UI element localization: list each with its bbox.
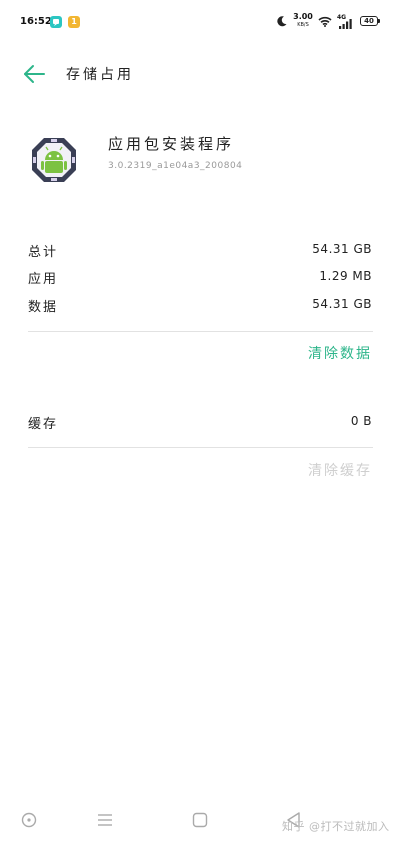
divider [28,331,373,332]
divider [28,447,373,448]
status-bar: 16:52 1 3.00 KB/S 4G 40 [0,0,400,40]
back-arrow-icon [24,65,45,83]
app-name: 应用包安装程序 [108,135,235,153]
nav-menu-icon[interactable] [95,810,115,830]
app-size-label: 应用 [28,272,59,287]
app-icon [30,136,78,184]
app-size-value: 1.29 MB [319,269,372,283]
data-size-label: 数据 [28,300,59,315]
clear-cache-button[interactable]: 清除缓存 [308,460,372,480]
watermark-text: 知乎 @打不过就加入 [282,820,390,833]
total-label: 总计 [28,245,59,260]
network-speed: 3.00 KB/S [292,13,314,29]
total-value: 54.31 GB [312,242,372,256]
data-size-value: 54.31 GB [312,297,372,311]
wifi-icon [318,16,332,27]
nav-home-icon[interactable] [190,810,210,830]
android-installer-icon [32,138,76,182]
clear-data-button[interactable]: 清除数据 [308,343,372,363]
battery-tip [378,19,380,23]
back-button[interactable] [22,62,48,86]
status-time: 16:52 [20,16,52,27]
do-not-disturb-moon-icon [277,16,287,27]
battery-indicator: 40 [360,16,378,26]
notification-app-icon [50,16,62,28]
nav-assistant-icon[interactable] [19,810,39,830]
cache-value: 0 B [350,414,372,428]
page-title: 存储占用 [66,67,134,83]
network-speed-unit: KB/S [297,22,309,28]
notification-badge-icon: 1 [68,16,80,28]
cache-label: 缓存 [28,417,59,432]
cellular-signal-icon [339,19,352,29]
app-version: 3.0.2319_a1e04a3_200804 [108,161,243,171]
network-speed-value: 3.00 [293,12,313,21]
